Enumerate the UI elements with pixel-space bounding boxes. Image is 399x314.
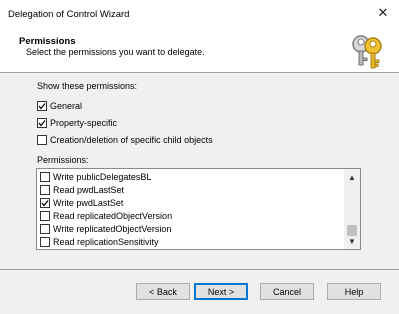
checkbox[interactable]	[40, 210, 50, 221]
checkbox[interactable]	[37, 135, 47, 145]
checkbox-child-objects[interactable]: Creation/deletion of specific child obje…	[37, 133, 213, 147]
close-icon[interactable]: ✕	[373, 3, 393, 23]
list-item[interactable]: Write pwdLastSet	[40, 196, 123, 209]
show-permissions-label: Show these permissions:	[37, 81, 138, 91]
checkbox-label: Creation/deletion of specific child obje…	[50, 135, 213, 145]
list-item-label: Write replicatedObjectVersion	[53, 223, 172, 234]
cancel-button[interactable]: Cancel	[260, 283, 314, 300]
page-subtitle: Select the permissions you want to deleg…	[26, 47, 205, 57]
chevron-down-icon[interactable]: ▼	[344, 235, 360, 249]
checkbox[interactable]	[40, 184, 50, 195]
next-button[interactable]: Next >	[194, 283, 248, 300]
checkbox-property-specific[interactable]: Property-specific	[37, 116, 117, 130]
wizard-header: Permissions Select the permissions you w…	[0, 28, 399, 73]
checkbox-label: Property-specific	[50, 118, 118, 128]
checkbox[interactable]	[40, 197, 50, 208]
permissions-list[interactable]: Write publicDelegatesBL Read pwdLastSet …	[36, 168, 361, 250]
list-item[interactable]: Read replicatedObjectVersion	[40, 209, 172, 222]
list-item-label: Write publicDelegatesBL	[53, 171, 152, 182]
back-button[interactable]: < Back	[136, 283, 190, 300]
checkbox[interactable]	[40, 171, 50, 182]
checkbox[interactable]	[40, 223, 50, 234]
chevron-up-icon[interactable]: ▲	[344, 171, 360, 185]
checkbox-label: General	[50, 101, 83, 111]
title-bar: Delegation of Control Wizard ✕	[0, 0, 399, 28]
checkbox[interactable]	[37, 101, 47, 111]
keys-icon	[352, 35, 382, 69]
list-item[interactable]: Read replicationSensitivity	[40, 235, 159, 248]
checkbox[interactable]	[37, 118, 47, 128]
list-item[interactable]: Write publicDelegatesBL	[40, 170, 151, 183]
list-item-label: Write pwdLastSet	[53, 197, 124, 208]
checkbox[interactable]	[40, 236, 50, 247]
footer-divider	[0, 269, 399, 270]
vertical-scrollbar[interactable]: ▲ ▼	[344, 169, 360, 249]
window-title: Delegation of Control Wizard	[8, 9, 130, 20]
list-item-label: Read replicationSensitivity	[53, 236, 159, 247]
list-item[interactable]: Write replicatedObjectVersion	[40, 222, 171, 235]
wizard-body: Show these permissions: General Property…	[0, 73, 399, 314]
list-item-label: Read pwdLastSet	[53, 184, 125, 195]
help-button[interactable]: Help	[327, 283, 381, 300]
permissions-label: Permissions:	[37, 155, 89, 165]
list-item[interactable]: Read pwdLastSet	[40, 183, 124, 196]
checkbox-general[interactable]: General	[37, 99, 82, 113]
page-title: Permissions	[19, 36, 76, 47]
list-item-label: Read replicatedObjectVersion	[53, 210, 173, 221]
